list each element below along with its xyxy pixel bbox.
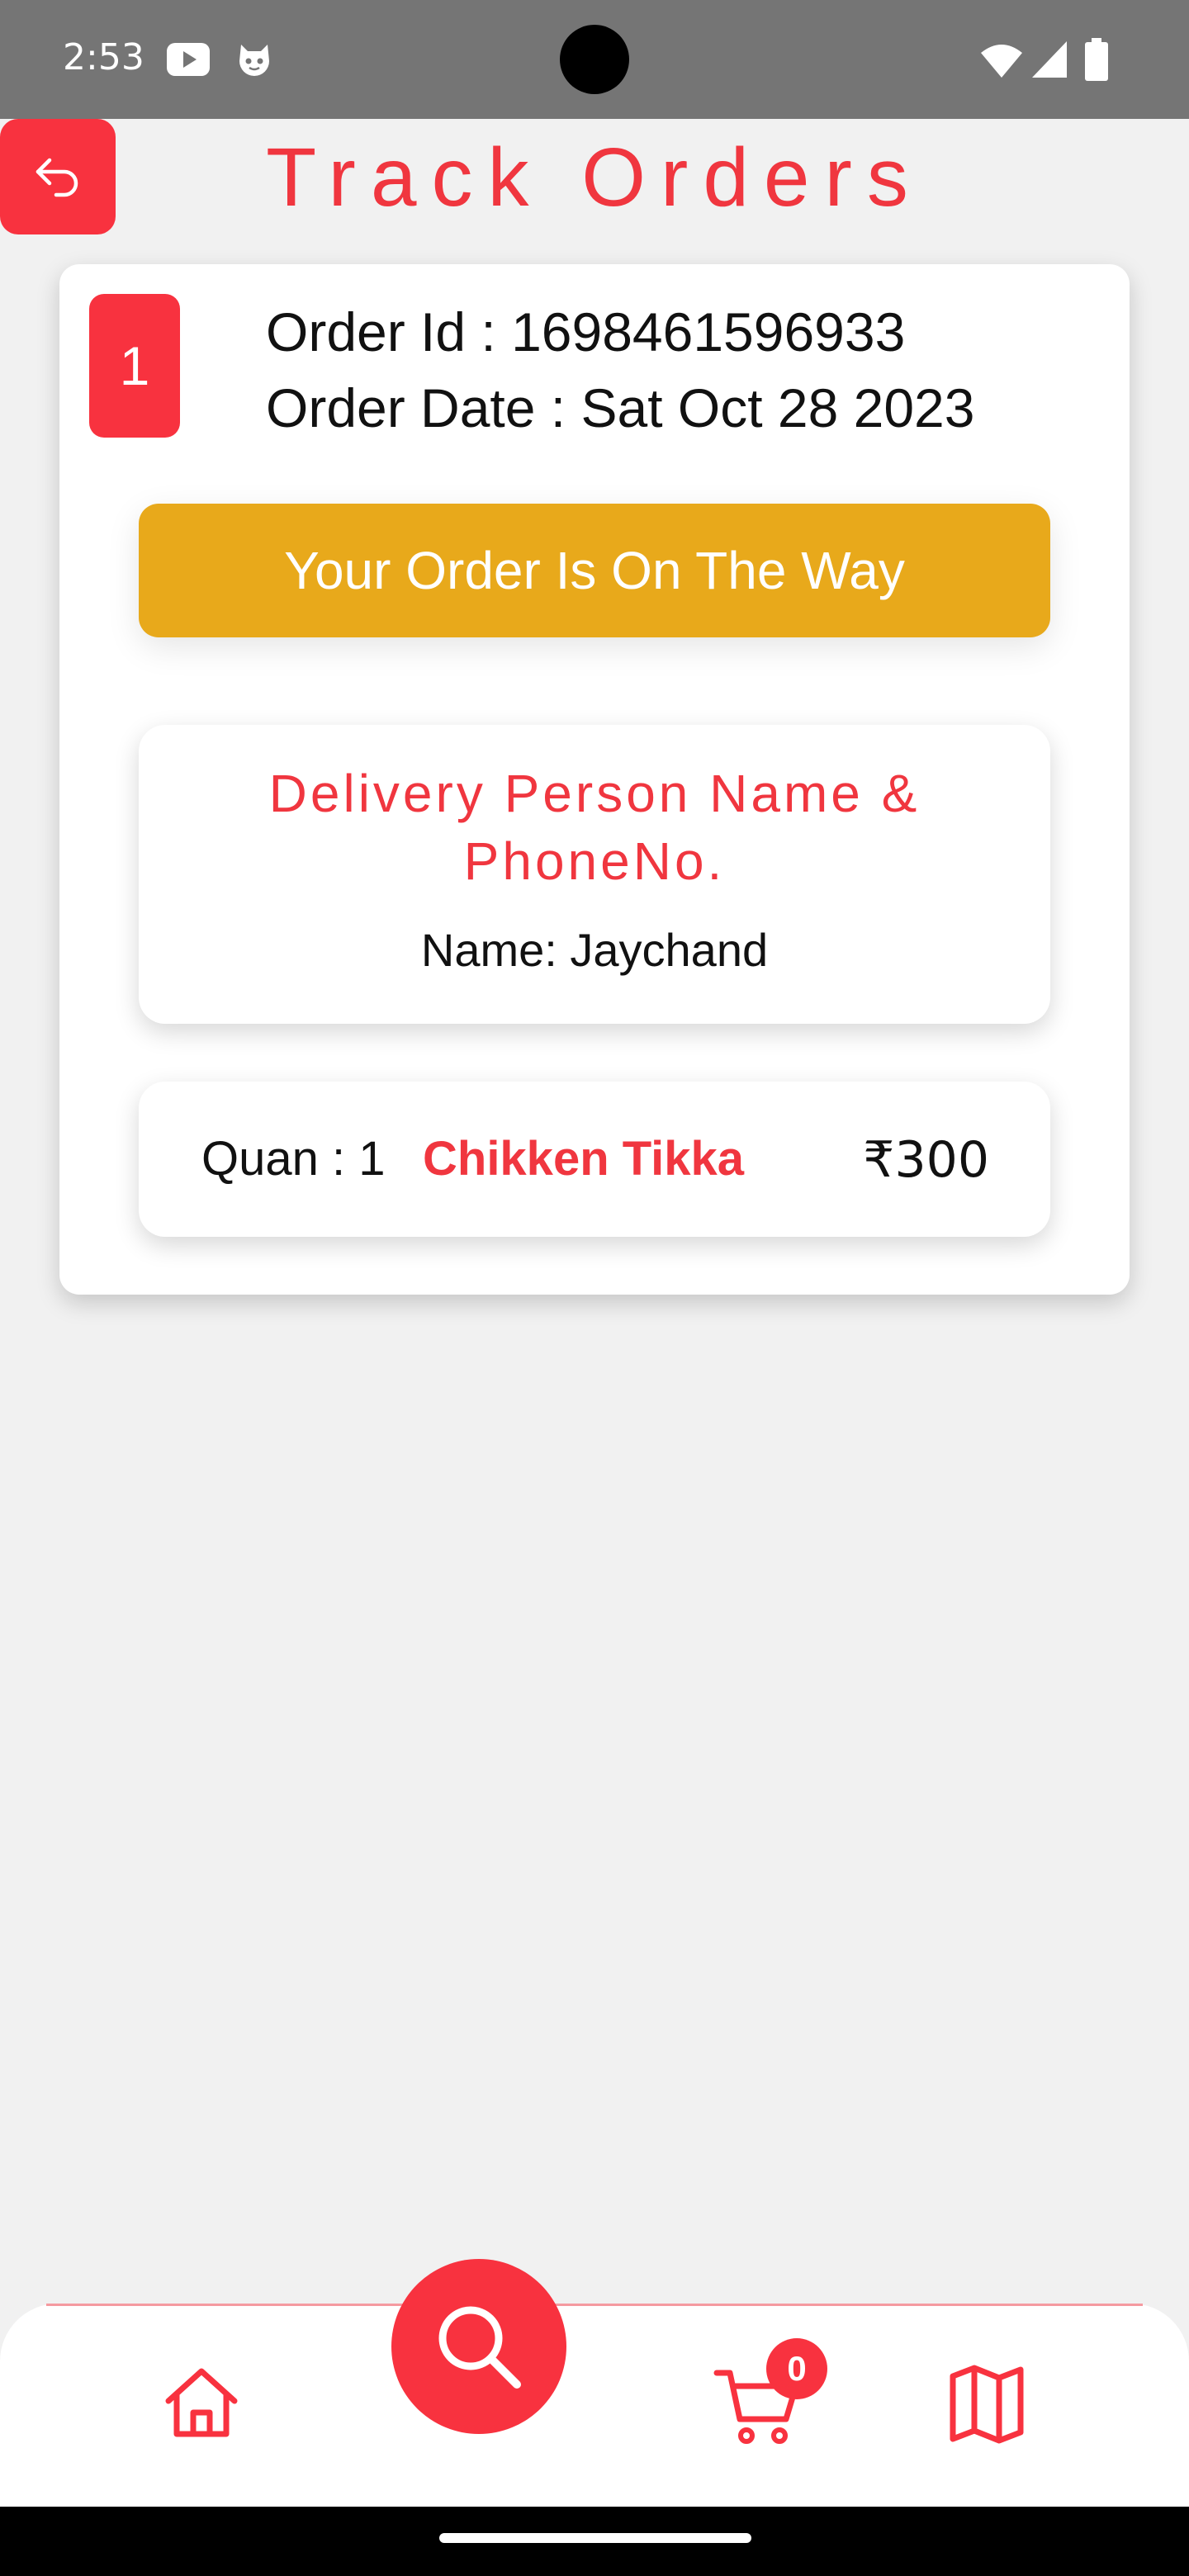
battery-icon [1085, 38, 1108, 81]
delivery-person-card: Delivery Person Name & PhoneNo. Name: Ja… [139, 725, 1050, 1024]
undo-arrow-icon [36, 158, 78, 197]
cell-signal-icon [1032, 41, 1067, 78]
camera-cutout [560, 25, 629, 94]
delivery-person-name: Name: Jaychand [420, 924, 769, 976]
status-bar: 2:53 [0, 0, 1189, 119]
item-price: ₹300 [863, 1131, 989, 1189]
cat-notification-icon [239, 45, 269, 76]
home-icon[interactable] [162, 2363, 241, 2442]
cart-count-badge: 0 [766, 2338, 827, 2399]
bottom-nav: 0 [0, 2304, 1189, 2507]
search-icon [438, 2306, 521, 2389]
order-date: Order Date : Sat Oct 28 2023 [266, 377, 975, 438]
order-card: 1 Order Id : 1698461596933 Order Date : … [59, 264, 1130, 1295]
nav-divider [46, 2304, 1143, 2306]
order-item-row: Quan : 1 Chikken Tikka ₹300 [139, 1082, 1050, 1237]
order-index-badge: 1 [89, 294, 180, 438]
youtube-icon [167, 43, 210, 76]
delivery-person-heading: Delivery Person Name & PhoneNo. [268, 764, 921, 891]
order-status-banner: Your Order Is On The Way [139, 504, 1050, 637]
back-button[interactable] [0, 119, 116, 234]
order-id: Order Id : 1698461596933 [266, 301, 906, 362]
status-time: 2:53 [63, 36, 144, 78]
wifi-icon [981, 45, 1022, 78]
item-name: Chikken Tikka [423, 1132, 745, 1186]
gesture-handle[interactable] [439, 2533, 751, 2543]
search-button[interactable] [391, 2259, 566, 2434]
map-icon[interactable] [948, 2365, 1026, 2444]
system-gesture-bar [0, 2507, 1189, 2576]
page-title: Track Orders [266, 131, 923, 224]
item-quantity: Quan : 1 [201, 1132, 386, 1186]
